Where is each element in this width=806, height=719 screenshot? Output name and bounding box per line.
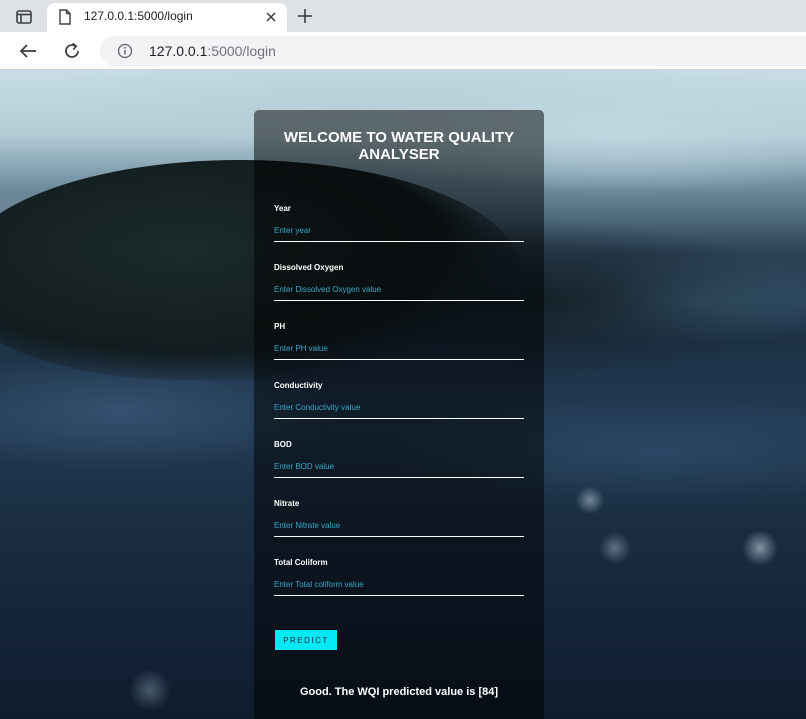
conductivity-input[interactable] <box>274 402 524 419</box>
browser-tab[interactable]: 127.0.0.1:5000/login <box>47 3 287 32</box>
ph-input[interactable] <box>274 343 524 360</box>
url-path: :5000/login <box>207 43 276 59</box>
back-arrow-icon[interactable] <box>14 37 42 65</box>
nitrate-label: Nitrate <box>274 499 300 508</box>
ph-label: PH <box>274 322 286 331</box>
info-icon[interactable] <box>117 43 133 64</box>
total-coliform-field: Total Coliform <box>274 558 524 596</box>
dissolved-oxygen-label: Dissolved Oxygen <box>274 263 344 272</box>
page-icon <box>59 9 71 30</box>
url-text: 127.0.0.1:5000/login <box>149 43 276 59</box>
conductivity-label: Conductivity <box>274 381 323 390</box>
ph-field: PH <box>274 322 524 360</box>
bod-field: BOD <box>274 440 524 478</box>
login-panel: WELCOME TO WATER QUALITY ANALYSER Year D… <box>254 110 544 719</box>
tab-title: 127.0.0.1:5000/login <box>84 9 193 23</box>
bod-input[interactable] <box>274 461 524 478</box>
dissolved-oxygen-input[interactable] <box>274 284 524 301</box>
browser-toolbar: 127.0.0.1:5000/login <box>0 32 806 70</box>
year-label: Year <box>274 204 291 213</box>
page-background: WELCOME TO WATER QUALITY ANALYSER Year D… <box>0 70 806 719</box>
predict-button[interactable]: PREDICT <box>275 630 337 650</box>
nitrate-input[interactable] <box>274 520 524 537</box>
total-coliform-label: Total Coliform <box>274 558 328 567</box>
year-input[interactable] <box>274 225 524 242</box>
page-title: WELCOME TO WATER QUALITY ANALYSER <box>283 129 515 163</box>
new-tab-icon[interactable] <box>293 5 317 27</box>
dissolved-oxygen-field: Dissolved Oxygen <box>274 263 524 301</box>
tab-actions-icon[interactable] <box>8 5 40 29</box>
close-tab-icon[interactable] <box>263 9 279 25</box>
url-host: 127.0.0.1 <box>149 43 208 59</box>
reload-icon[interactable] <box>58 37 86 65</box>
address-bar[interactable]: 127.0.0.1:5000/login <box>100 36 806 66</box>
bod-label: BOD <box>274 440 292 449</box>
year-field: Year <box>274 204 524 242</box>
browser-tab-strip: 127.0.0.1:5000/login <box>0 0 806 32</box>
total-coliform-input[interactable] <box>274 579 524 596</box>
prediction-result: Good. The WQI predicted value is [84] <box>299 686 499 698</box>
conductivity-field: Conductivity <box>274 381 524 419</box>
nitrate-field: Nitrate <box>274 499 524 537</box>
